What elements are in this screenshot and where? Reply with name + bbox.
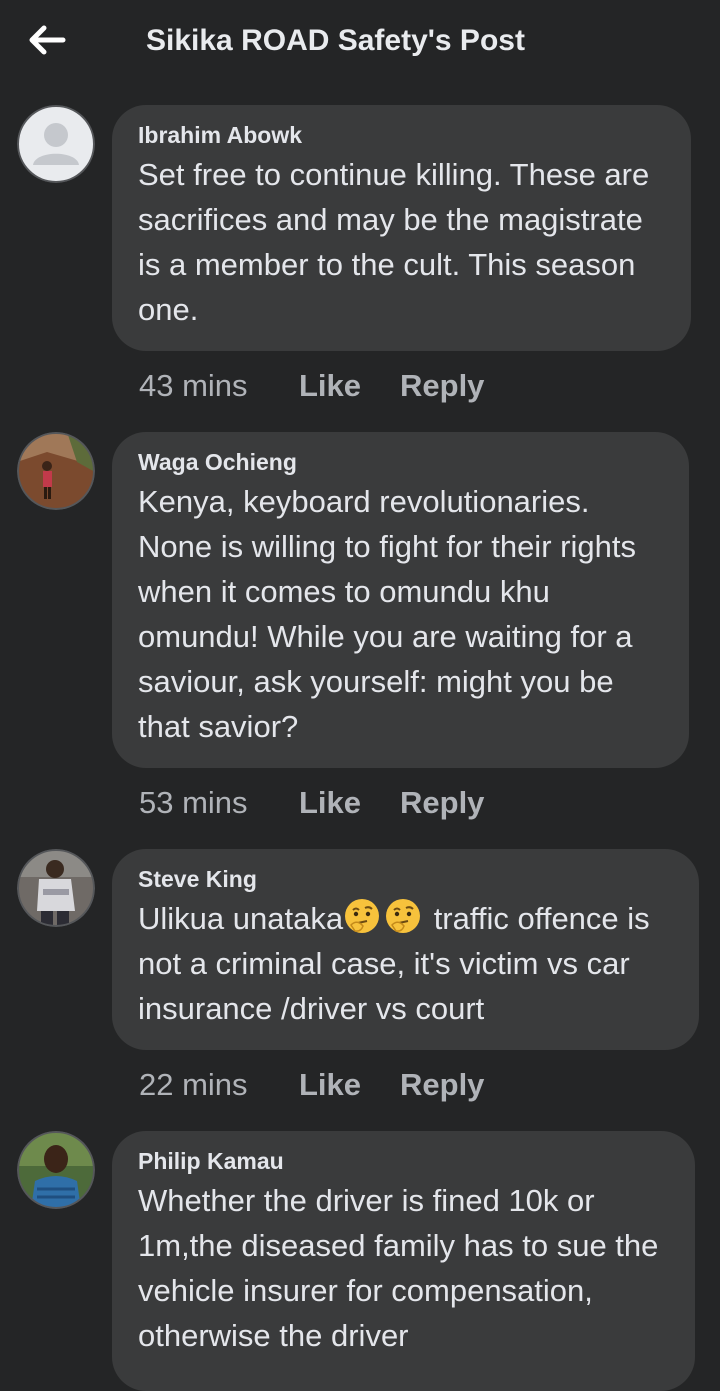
reply-button[interactable]: Reply [400,368,484,404]
comment-timestamp[interactable]: 22 mins [139,1067,299,1103]
comment-author[interactable]: Philip Kamau [138,1146,669,1176]
reply-button[interactable]: Reply [400,1067,484,1103]
user-photo-avatar[interactable] [17,1131,95,1209]
arrow-left-icon [29,25,66,55]
thinking-face-emoji [343,897,381,935]
comment-timestamp[interactable]: 53 mins [139,785,299,821]
user-photo-avatar[interactable] [17,849,95,927]
comment-author[interactable]: Ibrahim Abowk [138,120,665,150]
comment-actions: 53 mins Like Reply [139,785,484,821]
comment-bubble[interactable]: Ibrahim Abowk Set free to continue killi… [112,105,691,351]
like-button[interactable]: Like [299,368,400,404]
comment-bubble[interactable]: Philip Kamau Whether the driver is fined… [112,1131,695,1391]
top-bar: Sikika ROAD Safety's Post [0,0,720,88]
comment-text: Set free to continue killing. These are … [138,157,650,327]
comment-text: Whether the driver is fined 10k or 1m,th… [138,1183,659,1353]
like-button[interactable]: Like [299,785,400,821]
comment-author[interactable]: Steve King [138,864,673,894]
comment-timestamp[interactable]: 43 mins [139,368,299,404]
user-photo-avatar[interactable] [17,432,95,510]
comment-text-start: Ulikua unataka [138,901,344,936]
back-button[interactable] [22,18,72,62]
reply-button[interactable]: Reply [400,785,484,821]
comment-author[interactable]: Waga Ochieng [138,447,663,477]
comment-actions: 43 mins Like Reply [139,368,484,404]
default-avatar-icon[interactable] [17,105,95,183]
like-button[interactable]: Like [299,1067,400,1103]
comment-text: Kenya, keyboard revolutionaries. None is… [138,484,636,744]
comment-bubble[interactable]: Waga Ochieng Kenya, keyboard revolutiona… [112,432,689,768]
comment-bubble[interactable]: Steve King Ulikua unataka traffic offenc… [112,849,699,1050]
thinking-face-emoji [384,897,422,935]
page-title: Sikika ROAD Safety's Post [146,24,525,57]
comment-text: Ulikua unataka traffic offence is not a … [138,896,673,1031]
comment-actions: 22 mins Like Reply [139,1067,484,1103]
